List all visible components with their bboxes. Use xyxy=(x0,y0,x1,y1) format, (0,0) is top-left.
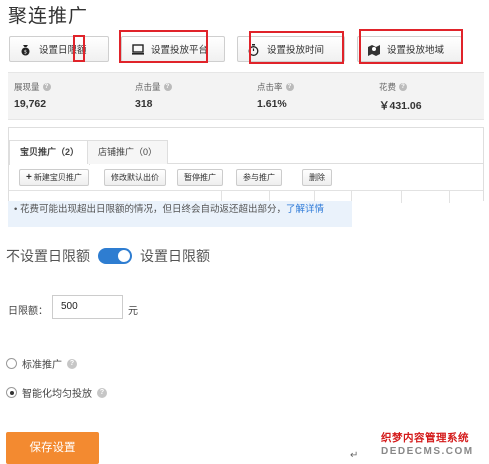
currency-unit: 元 xyxy=(128,306,138,317)
daily-limit-input[interactable]: 500 xyxy=(52,295,123,319)
daily-limit-label: 日限额： xyxy=(8,306,48,317)
highlight-box xyxy=(249,31,344,64)
tab-bar: 宝贝推广（2） 店铺推广（0） xyxy=(9,140,483,165)
stat-clicks: 点击量? 318 xyxy=(135,81,172,110)
learn-more-link[interactable]: 了解详情 xyxy=(286,204,324,215)
stat-label: 点击率 xyxy=(257,82,283,92)
help-icon[interactable]: ? xyxy=(163,83,172,91)
plus-icon: + xyxy=(26,172,32,183)
stats-bar: 展现量? 19,762 点击量? 318 点击率? 1.61% 花费? ￥431… xyxy=(8,72,484,120)
watermark-line-2: DEDECMS.COM xyxy=(381,446,474,457)
help-icon[interactable]: ? xyxy=(97,387,107,398)
stat-label: 花费 xyxy=(379,82,397,92)
smart-delivery-option[interactable]: 智能化均匀投放 ? xyxy=(6,385,107,400)
no-limit-label[interactable]: 不设置日限额 xyxy=(6,246,90,266)
radio-smart[interactable] xyxy=(6,387,17,398)
toggle-knob xyxy=(118,250,130,262)
watermark-line-1: 织梦内容管理系统 xyxy=(381,432,469,444)
stat-value: 318 xyxy=(135,98,153,110)
delete-button[interactable]: 删除 xyxy=(302,169,332,186)
edit-default-bid-button[interactable]: 修改默认出价 xyxy=(104,169,166,186)
new-item-promotion-label: 新建宝贝推广 xyxy=(33,173,82,182)
cost-notice: • 花费可能出现超出日限额的情况，但日终会自动返还超出部分，了解详情 xyxy=(8,201,352,227)
stat-label: 点击量 xyxy=(135,82,161,92)
smart-delivery-label: 智能化均匀投放 xyxy=(22,389,92,400)
money-bag-icon: $ xyxy=(20,44,31,55)
radio-standard[interactable] xyxy=(6,358,17,369)
join-promotion-button[interactable]: 参与推广 xyxy=(236,169,282,186)
pause-promotion-button[interactable]: 暂停推广 xyxy=(177,169,223,186)
stat-label: 展现量 xyxy=(14,82,40,92)
highlight-box xyxy=(73,35,85,62)
help-icon[interactable]: ? xyxy=(67,358,77,369)
set-limit-label[interactable]: 设置日限额 xyxy=(140,246,210,266)
save-settings-button[interactable]: 保存设置 xyxy=(6,432,99,464)
tab-shop-promotion[interactable]: 店铺推广（0） xyxy=(87,140,169,164)
svg-text:$: $ xyxy=(24,49,27,55)
tab-item-promotion[interactable]: 宝贝推广（2） xyxy=(9,140,91,165)
page-title: 聚连推广 xyxy=(8,6,89,27)
stat-impressions: 展现量? 19,762 xyxy=(14,81,51,110)
highlight-box xyxy=(119,30,208,63)
promotion-panel: 宝贝推广（2） 店铺推广（0） + 新建宝贝推广 修改默认出价 暂停推广 参与推广… xyxy=(8,127,484,203)
stat-value: 19,762 xyxy=(14,98,47,110)
help-icon[interactable]: ? xyxy=(42,83,51,91)
stat-value: ￥431.06 xyxy=(379,100,422,112)
daily-limit-toggle-row: 不设置日限额 设置日限额 xyxy=(6,246,210,266)
new-item-promotion-button[interactable]: + 新建宝贝推广 xyxy=(19,169,89,186)
help-icon[interactable]: ? xyxy=(399,83,408,91)
stat-value: 1.61% xyxy=(257,98,287,110)
standard-delivery-label: 标准推广 xyxy=(22,360,62,371)
standard-delivery-option[interactable]: 标准推广 ? xyxy=(6,356,77,371)
stat-ctr: 点击率? 1.61% xyxy=(257,81,294,110)
highlight-box xyxy=(359,29,463,64)
daily-limit-toggle[interactable] xyxy=(98,248,132,264)
help-icon[interactable]: ? xyxy=(285,83,294,91)
set-daily-limit-button[interactable]: $ 设置日限额 xyxy=(9,36,109,62)
notice-text: • 花费可能出现超出日限额的情况，但日终会自动返还超出部分， xyxy=(14,204,286,215)
watermark-logo: 织梦内容管理系统 DEDECMS.COM xyxy=(381,430,474,457)
paragraph-mark: ↵ xyxy=(350,450,359,461)
stat-cost: 花费? ￥431.06 xyxy=(379,81,422,113)
